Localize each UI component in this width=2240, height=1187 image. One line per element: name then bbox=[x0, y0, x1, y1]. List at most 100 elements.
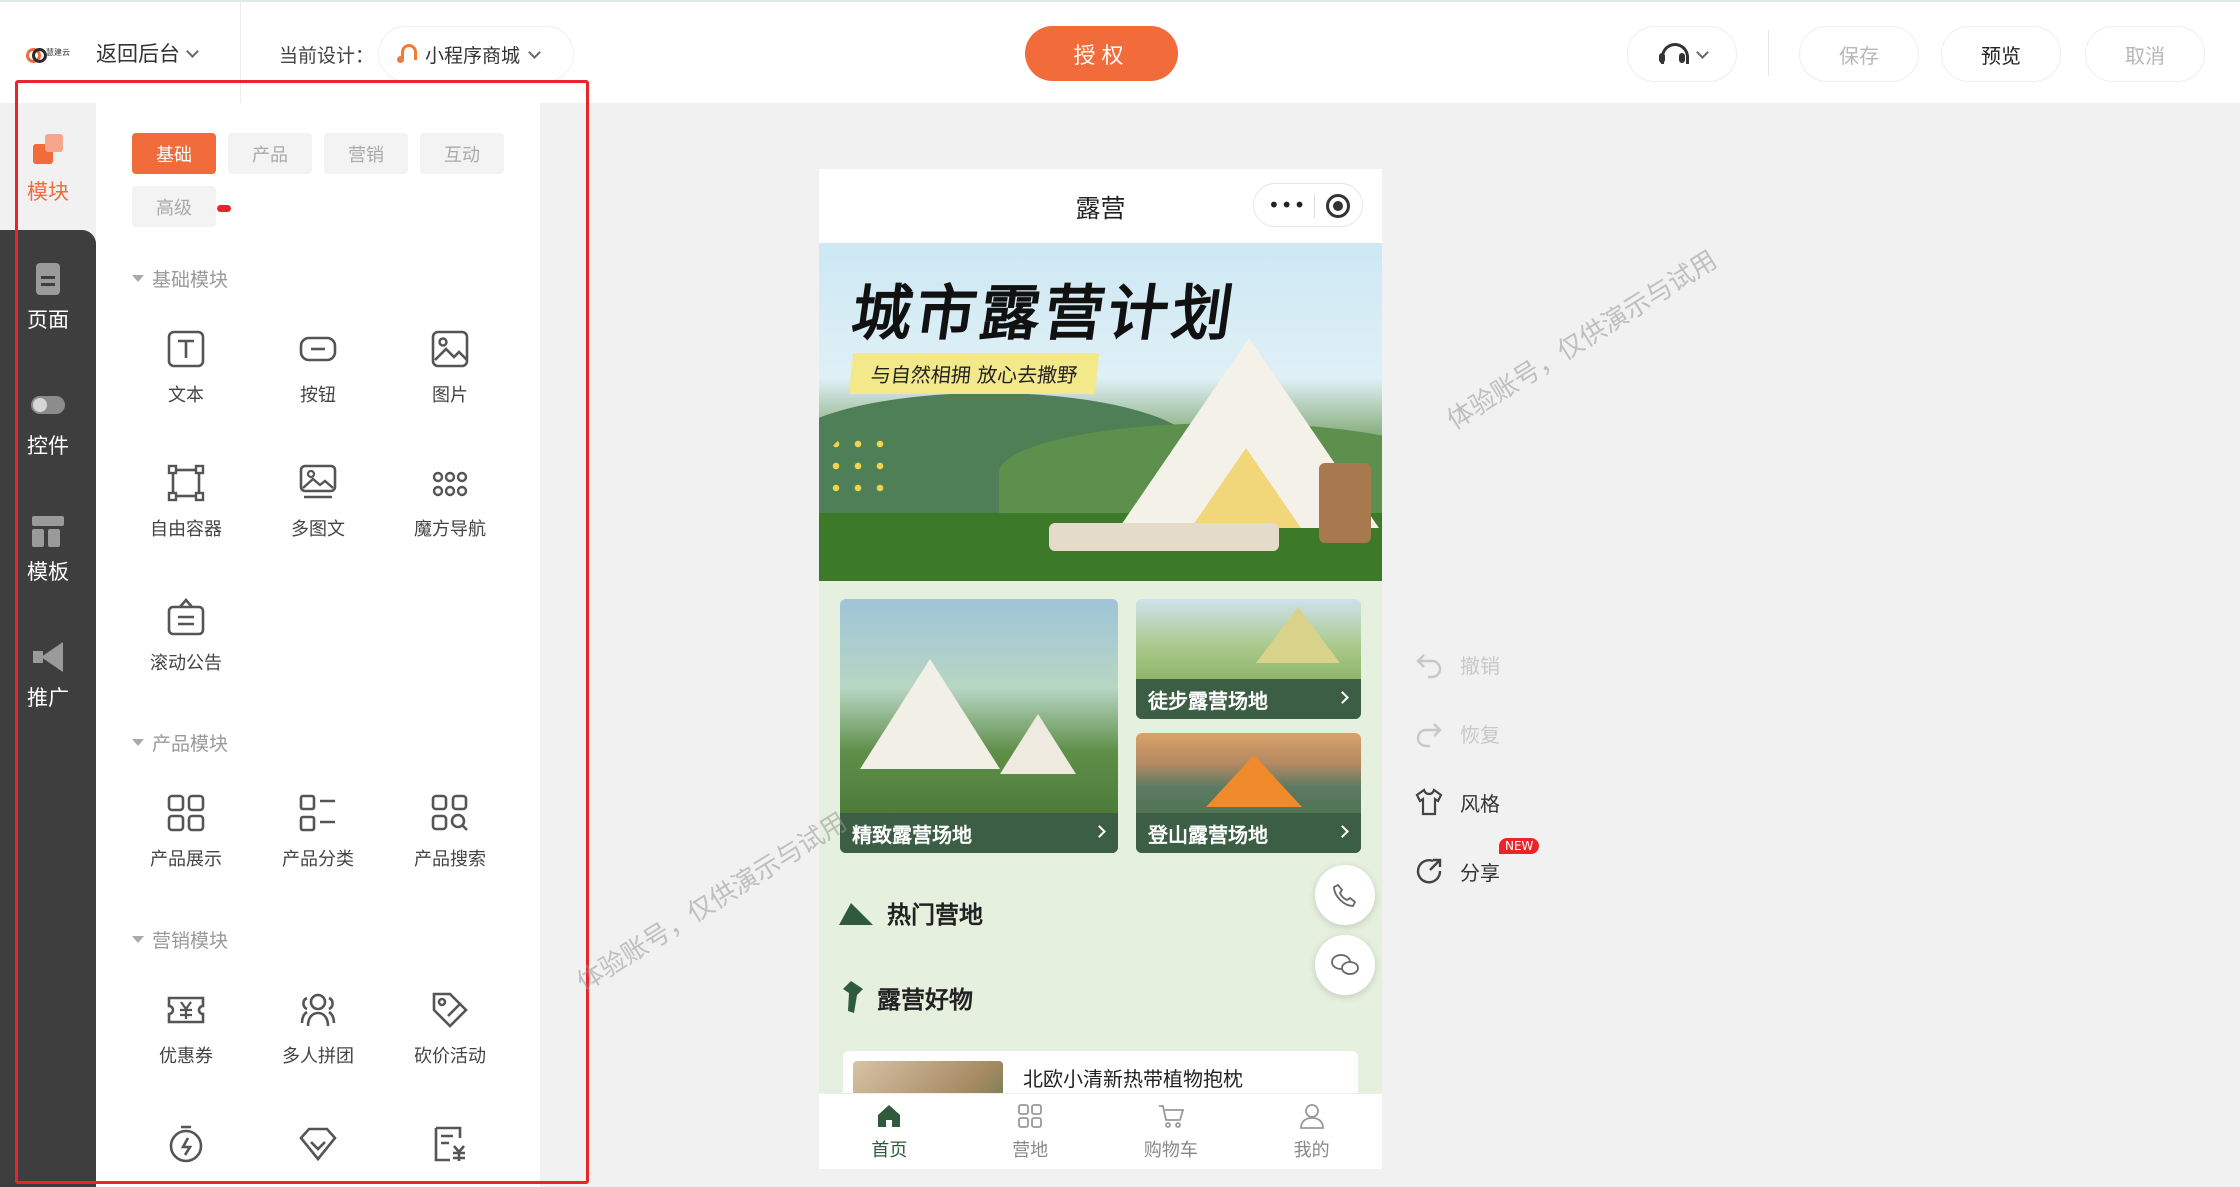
undo-button[interactable]: 撤销 bbox=[1414, 649, 1500, 679]
collapse-triangle-icon bbox=[132, 739, 144, 746]
tabbar-campsite[interactable]: 营地 bbox=[960, 1094, 1101, 1169]
authorize-button[interactable]: 授权 bbox=[1025, 26, 1178, 81]
hero-banner[interactable]: 城市露营计划 与自然相拥 放心去撒野 bbox=[819, 243, 1382, 581]
rail-item-controls[interactable]: 控件 bbox=[0, 379, 96, 469]
module-product-display[interactable]: 产品展示 bbox=[126, 793, 246, 893]
rail-item-template[interactable]: 模板 bbox=[0, 505, 96, 595]
image-icon bbox=[431, 330, 469, 368]
more-dots-icon: ••• bbox=[1268, 193, 1307, 217]
tab-interaction[interactable]: 互动 bbox=[420, 133, 504, 174]
section-product-modules[interactable]: 产品模块 bbox=[132, 729, 228, 756]
diamond-icon bbox=[299, 1127, 337, 1162]
tabbar-label: 首页 bbox=[871, 1139, 908, 1161]
share-button[interactable]: 分享 bbox=[1414, 856, 1500, 886]
card-exquisite-campsite[interactable]: 精致露营场地 bbox=[840, 599, 1118, 853]
phone-tab-bar: 首页 营地 购物车 我的 bbox=[819, 1093, 1382, 1169]
section-heading: 露营好物 bbox=[877, 985, 973, 1014]
divider bbox=[1768, 30, 1769, 76]
banner-subtitle: 与自然相拥 放心去撒野 bbox=[848, 353, 1100, 394]
module-label: 多图文 bbox=[291, 519, 345, 540]
new-badge: NEW bbox=[1499, 838, 1540, 854]
back-to-admin-label: 返回后台 bbox=[96, 42, 180, 66]
rail-item-promotion[interactable]: 推广 bbox=[0, 631, 96, 721]
section-marketing-modules[interactable]: 营销模块 bbox=[132, 926, 228, 953]
wechat-icon bbox=[1331, 954, 1359, 975]
module-vip[interactable] bbox=[258, 1124, 378, 1187]
logo-text: 慧建云 bbox=[46, 47, 70, 57]
brand-logo[interactable]: 慧建云 bbox=[26, 42, 76, 63]
customer-service-dropdown[interactable] bbox=[1627, 26, 1737, 82]
module-free-container[interactable]: 自由容器 bbox=[126, 463, 246, 563]
banner-tree-stump bbox=[1319, 463, 1371, 543]
module-cube-nav[interactable]: 魔方导航 bbox=[390, 463, 510, 563]
phone-header: 露营 ••• bbox=[819, 169, 1382, 243]
module-image[interactable]: 图片 bbox=[390, 329, 510, 429]
section-title: 产品模块 bbox=[152, 733, 229, 755]
module-multi-image-text[interactable]: 多图文 bbox=[258, 463, 378, 563]
price-list-icon bbox=[434, 1126, 465, 1162]
back-to-admin-button[interactable]: 返回后台 bbox=[96, 38, 199, 68]
campsite-cards: 精致露营场地 徒步露营场地 登山露营场地 bbox=[819, 581, 1382, 861]
card-tent-shape bbox=[1000, 714, 1076, 774]
design-selector[interactable]: 小程序商城 bbox=[378, 26, 574, 82]
dots-grid-icon bbox=[432, 471, 468, 497]
chevron-down-icon bbox=[528, 45, 541, 59]
shirt-icon bbox=[1415, 788, 1443, 816]
module-label: 优惠券 bbox=[159, 1046, 213, 1067]
section-camping-goods: 露营好物 bbox=[837, 979, 973, 1015]
watermark-text: 体验账号，仅供演示与试用 bbox=[572, 807, 853, 999]
style-button[interactable]: 风格 bbox=[1414, 787, 1500, 817]
rail-item-page[interactable]: 页面 bbox=[0, 253, 96, 343]
card-title: 精致露营场地 bbox=[852, 822, 972, 847]
button-icon bbox=[299, 336, 337, 362]
cart-icon bbox=[1158, 1104, 1185, 1128]
module-label: 砍价活动 bbox=[414, 1046, 486, 1067]
redo-icon bbox=[1416, 723, 1442, 748]
module-label: 产品展示 bbox=[150, 849, 222, 870]
chevron-right-icon bbox=[1336, 691, 1349, 704]
rail-item-module[interactable]: 模块 bbox=[0, 125, 96, 215]
users-group-icon bbox=[300, 993, 336, 1027]
module-button[interactable]: 按钮 bbox=[258, 329, 378, 429]
module-price-list[interactable] bbox=[390, 1124, 510, 1187]
tab-advanced[interactable]: 高级 bbox=[132, 186, 216, 227]
section-basic-modules[interactable]: 基础模块 bbox=[132, 265, 228, 292]
module-flash-sale[interactable] bbox=[126, 1124, 246, 1187]
tab-product[interactable]: 产品 bbox=[228, 133, 312, 174]
module-product-search[interactable]: 产品搜索 bbox=[390, 793, 510, 893]
module-product-category[interactable]: 产品分类 bbox=[258, 793, 378, 893]
tabbar-mine[interactable]: 我的 bbox=[1241, 1094, 1382, 1169]
card-mountain-campsite[interactable]: 登山露营场地 bbox=[1136, 733, 1361, 853]
cancel-button[interactable]: 取消 bbox=[2085, 26, 2205, 82]
wechat-button[interactable] bbox=[1315, 935, 1375, 995]
module-text[interactable]: 文本 bbox=[126, 329, 246, 429]
mini-program-capsule[interactable]: ••• bbox=[1253, 183, 1363, 227]
card-tent-shape bbox=[1206, 755, 1302, 807]
module-group-buy[interactable]: 多人拼团 bbox=[258, 990, 378, 1090]
rail-item-label: 控件 bbox=[27, 434, 69, 458]
module-scroll-notice[interactable]: 滚动公告 bbox=[126, 597, 246, 697]
card-tent-shape bbox=[860, 659, 1000, 769]
redo-label: 恢复 bbox=[1460, 722, 1500, 747]
tab-marketing[interactable]: 营销 bbox=[324, 133, 408, 174]
card-hiking-campsite[interactable]: 徒步露营场地 bbox=[1136, 599, 1361, 719]
gallery-icon bbox=[299, 464, 337, 499]
tabbar-label: 购物车 bbox=[1143, 1139, 1198, 1161]
tab-basic[interactable]: 基础 bbox=[132, 133, 216, 174]
phone-preview: 露营 ••• 城市露营计划 与自然相拥 放心去撒野 精致露营场地 徒步露营场地 … bbox=[819, 169, 1382, 1169]
save-button[interactable]: 保存 bbox=[1799, 26, 1919, 82]
tabbar-cart[interactable]: 购物车 bbox=[1101, 1094, 1242, 1169]
tabbar-home[interactable]: 首页 bbox=[819, 1094, 960, 1169]
preview-button[interactable]: 预览 bbox=[1941, 26, 2061, 82]
phone-call-button[interactable] bbox=[1315, 865, 1375, 925]
redo-button[interactable]: 恢复 bbox=[1414, 718, 1500, 748]
banner-flowers bbox=[825, 433, 895, 503]
chevron-down-icon bbox=[1695, 45, 1709, 59]
section-title: 基础模块 bbox=[152, 269, 229, 291]
design-name: 小程序商城 bbox=[425, 44, 521, 67]
card-title: 徒步露营场地 bbox=[1148, 688, 1268, 713]
tent-icon bbox=[839, 902, 873, 925]
module-coupon[interactable]: 优惠券 bbox=[126, 990, 246, 1090]
module-bargain[interactable]: 砍价活动 bbox=[390, 990, 510, 1090]
banner-picnic-blanket bbox=[1049, 523, 1279, 551]
